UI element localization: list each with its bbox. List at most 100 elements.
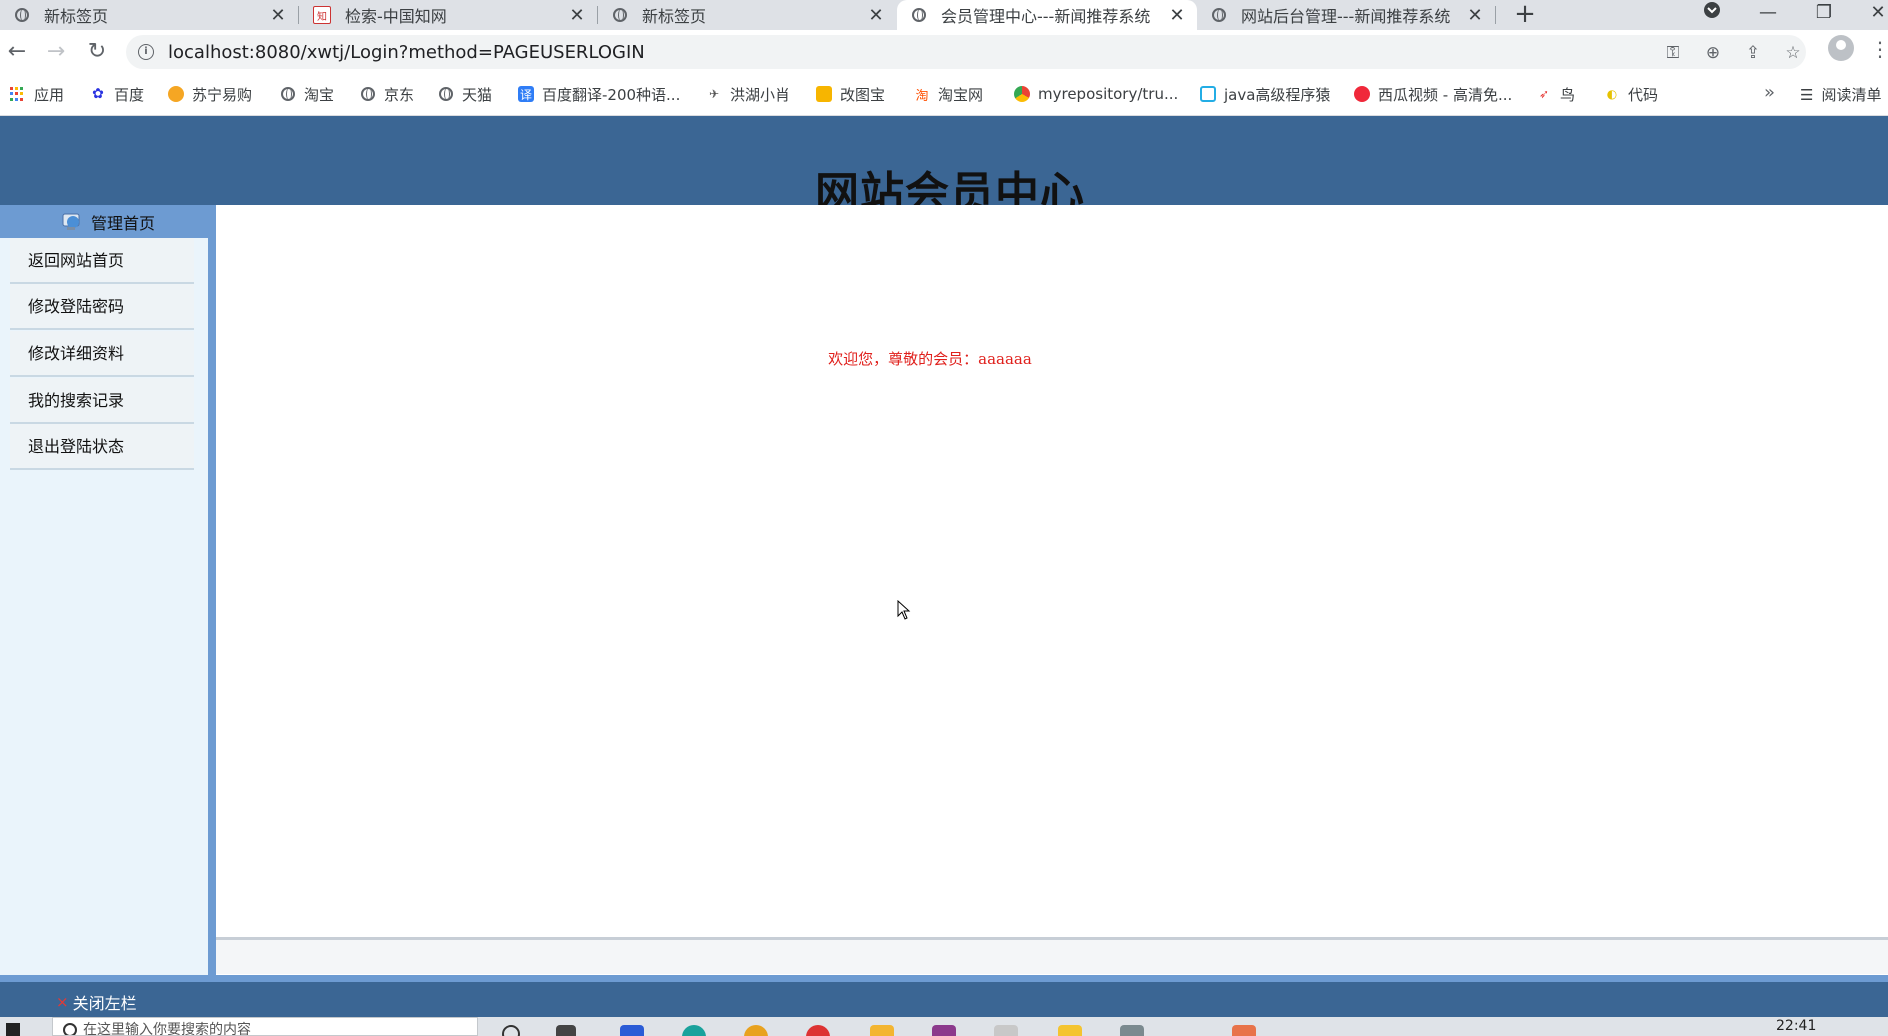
apps-grid-icon	[10, 87, 24, 101]
restore-icon[interactable]: ❐	[1804, 0, 1844, 30]
chrome-icon	[612, 7, 628, 23]
tab-separator	[1495, 6, 1496, 24]
forward-icon[interactable]: →	[40, 36, 72, 68]
bookmark-label: 洪湖小肖	[730, 85, 791, 104]
site-header: 网站会员中心	[0, 116, 1888, 205]
new-tab-button[interactable]: +	[1510, 0, 1540, 30]
bookmark-baidu[interactable]: ✿ 百度	[90, 84, 144, 104]
back-icon[interactable]: ←	[1, 36, 33, 68]
site-info-icon[interactable]: i	[138, 44, 154, 60]
zoom-icon[interactable]: ⊕	[1702, 42, 1724, 64]
chrome-icon	[1014, 86, 1030, 102]
bookmark-java[interactable]: java高级程序猿	[1200, 84, 1330, 104]
chrome-icon[interactable]	[744, 1025, 768, 1036]
bookmark-code[interactable]: ◐ 代码	[1604, 84, 1658, 104]
taskbar-search[interactable]: 在这里输入你要搜索的内容	[52, 1017, 478, 1036]
taskbar-app-icon[interactable]	[806, 1025, 830, 1036]
bookmark-niao[interactable]: ➶ 鸟	[1536, 84, 1575, 104]
taskbar-app-icon[interactable]	[556, 1025, 576, 1036]
close-left-panel-button[interactable]: × 关闭左栏	[56, 990, 137, 1014]
menu-item-change-password[interactable]: 修改登陆密码	[10, 284, 194, 330]
share-icon[interactable]: ⇪	[1742, 42, 1764, 64]
bird-icon: ➶	[1538, 87, 1550, 101]
tab-close-icon[interactable]: ✕	[1463, 5, 1487, 26]
taskbar-clock[interactable]: 22:41	[1776, 1017, 1816, 1035]
minimize-icon[interactable]: —	[1748, 0, 1788, 30]
browser-menu-icon[interactable]: ⋮	[1870, 37, 1888, 61]
more-bookmarks-icon[interactable]: »	[1764, 82, 1775, 103]
bookmark-xigua[interactable]: 西瓜视频 - 高清免...	[1354, 84, 1512, 104]
tab-admin[interactable]: 网站后台管理---新闻推荐系统 ✕	[1197, 0, 1495, 30]
tab-close-icon[interactable]: ✕	[864, 5, 888, 26]
bookmark-label: java高级程序猿	[1224, 85, 1331, 104]
bookmark-gaitubao[interactable]: 改图宝	[816, 84, 885, 104]
bilibili-icon	[1200, 86, 1216, 102]
tab-new-tab-2[interactable]: 新标签页 ✕	[598, 0, 896, 30]
taskbar-app-icon[interactable]	[1058, 1025, 1082, 1036]
tab-member-center[interactable]: 会员管理中心---新闻推荐系统 ✕	[897, 0, 1197, 30]
bookmark-label: 淘宝网	[938, 85, 984, 104]
reload-icon[interactable]: ↻	[81, 36, 113, 68]
taskbar-app-icon[interactable]	[932, 1025, 956, 1036]
taskbar-app-icon[interactable]	[620, 1025, 644, 1036]
fanyi-icon: 译	[518, 86, 534, 102]
tab-search-icon[interactable]	[1692, 0, 1732, 30]
bookmark-label: 百度翻译-200种语...	[542, 85, 681, 104]
gaitubao-icon	[816, 86, 832, 102]
start-icon[interactable]	[6, 1023, 20, 1036]
tab-close-icon[interactable]: ✕	[565, 5, 589, 26]
tab-close-icon[interactable]: ✕	[1165, 5, 1189, 26]
moon-icon: ◐	[1606, 87, 1618, 101]
left-sidebar: 管理首页 返回网站首页 修改登陆密码 修改详细资料 我的搜索记录 退出登陆状态	[0, 205, 216, 975]
tab-title: 检索-中国知网	[345, 7, 447, 26]
tab-title: 网站后台管理---新闻推荐系统	[1241, 7, 1451, 26]
profile-avatar-icon[interactable]	[1828, 35, 1854, 61]
menu-item-edit-profile[interactable]: 修改详细资料	[10, 331, 194, 377]
edge-icon[interactable]	[682, 1025, 706, 1036]
reading-list-label: 阅读清单	[1821, 86, 1882, 104]
tab-close-icon[interactable]: ✕	[266, 5, 290, 26]
bookmark-honghu[interactable]: ✈ 洪湖小肖	[706, 84, 790, 104]
bookmark-label: 代码	[1628, 85, 1659, 104]
bookmark-star-icon[interactable]: ☆	[1782, 42, 1804, 64]
bookmarks-bar: 应用 ✿ 百度 苏宁易购 淘宝 京东 天猫 译 百度翻译-200种语... ✈ …	[0, 74, 1888, 116]
main-content: 欢迎您，尊敬的会员：aaaaaa	[216, 205, 1888, 975]
reading-list[interactable]: ☰ 阅读清单	[1800, 84, 1881, 105]
page-title: 网站会员中心	[815, 168, 1085, 205]
menu-item-logout[interactable]: 退出登陆状态	[10, 424, 194, 470]
tab-new-tab-1[interactable]: 新标签页 ✕	[0, 0, 298, 30]
bookmark-taobao[interactable]: 淘宝	[280, 84, 334, 104]
menu-item-home[interactable]: 返回网站首页	[10, 238, 194, 284]
key-icon[interactable]: ⚿	[1662, 42, 1684, 64]
url-text[interactable]: localhost:8080/xwtj/Login?method=PAGEUSE…	[168, 42, 645, 63]
cnki-icon: 知	[313, 6, 331, 24]
taskbar-app-icon[interactable]	[1120, 1025, 1144, 1036]
bookmark-myrepository[interactable]: myrepository/tru...	[1014, 84, 1178, 104]
content-footer-band	[216, 937, 1888, 974]
globe-icon	[911, 7, 927, 23]
globe-icon	[280, 86, 296, 102]
bookmark-label: 改图宝	[840, 85, 886, 104]
bookmark-tmall[interactable]: 天猫	[438, 84, 492, 104]
file-explorer-icon[interactable]	[870, 1025, 894, 1036]
taskbar-app-icon[interactable]	[1232, 1025, 1256, 1036]
os-taskbar: 在这里输入你要搜索的内容 22:41	[0, 1017, 1888, 1036]
bookmark-jd[interactable]: 京东	[360, 84, 414, 104]
menu-item-search-history[interactable]: 我的搜索记录	[10, 378, 194, 424]
bird-icon: ✈	[708, 87, 720, 101]
bookmark-label: 西瓜视频 - 高清免...	[1378, 85, 1513, 104]
sidebar-header[interactable]: 管理首页	[0, 205, 216, 238]
taskbar-app-icon[interactable]	[994, 1025, 1018, 1036]
bookmark-suning[interactable]: 苏宁易购	[168, 84, 252, 104]
globe-icon	[360, 86, 376, 102]
close-window-icon[interactable]: ✕	[1858, 0, 1888, 30]
reading-list-icon: ☰	[1800, 85, 1814, 104]
tab-cnki[interactable]: 知 检索-中国知网 ✕	[299, 0, 597, 30]
bookmark-taobaowang[interactable]: 淘 淘宝网	[914, 84, 983, 104]
bookmark-label: 鸟	[1560, 85, 1576, 104]
bookmark-apps[interactable]: 应用	[10, 84, 64, 104]
bookmark-fanyi[interactable]: 译 百度翻译-200种语...	[518, 84, 680, 104]
close-icon: ×	[56, 993, 69, 1011]
task-view-icon[interactable]	[502, 1025, 520, 1036]
address-bar[interactable]: i localhost:8080/xwtj/Login?method=PAGEU…	[126, 35, 1806, 69]
